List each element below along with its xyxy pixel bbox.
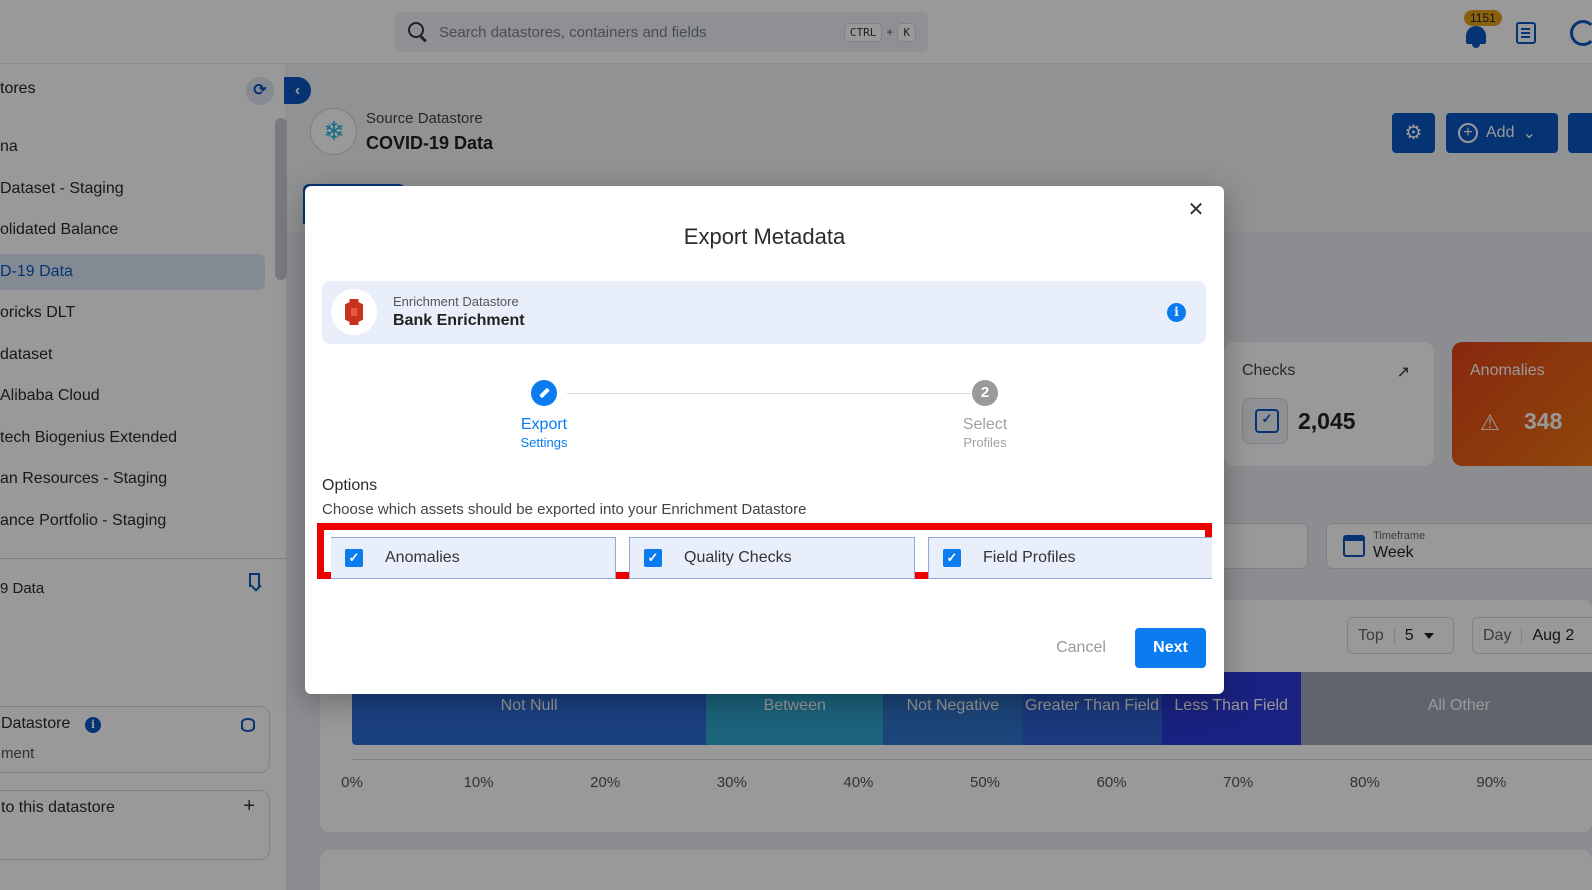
options-title: Options bbox=[322, 477, 378, 494]
step-2-title: Select bbox=[962, 416, 1008, 433]
option-label: Field Profiles bbox=[983, 549, 1076, 566]
options-highlight-box: ✓ Anomalies ✓ Quality Checks ✓ Field Pro… bbox=[317, 523, 1212, 579]
amazon-s3-icon bbox=[345, 299, 363, 325]
pencil-icon bbox=[539, 387, 550, 399]
option-field-profiles[interactable]: ✓ Field Profiles bbox=[928, 537, 1212, 579]
option-label: Quality Checks bbox=[684, 549, 792, 566]
enrichment-logo bbox=[331, 289, 377, 335]
option-anomalies[interactable]: ✓ Anomalies bbox=[331, 537, 616, 579]
close-icon[interactable]: ✕ bbox=[1186, 200, 1206, 220]
enrichment-name: Bank Enrichment bbox=[393, 312, 525, 329]
enrichment-label: Enrichment Datastore bbox=[393, 294, 519, 309]
dialog-title: Export Metadata bbox=[683, 224, 846, 249]
step-2-subtitle: Profiles bbox=[963, 435, 1007, 450]
enrichment-datastore-banner: Enrichment Datastore Bank Enrichment i bbox=[322, 281, 1206, 344]
checkbox-checked-icon[interactable]: ✓ bbox=[644, 549, 662, 567]
options-description: Choose which assets should be exported i… bbox=[322, 501, 807, 518]
option-label: Anomalies bbox=[385, 549, 460, 566]
step-2-indicator: 2 bbox=[972, 380, 998, 406]
step-1-indicator bbox=[531, 380, 557, 406]
stepper-connector bbox=[567, 393, 971, 394]
step-1-subtitle: Settings bbox=[520, 435, 568, 450]
checkbox-checked-icon[interactable]: ✓ bbox=[345, 549, 363, 567]
export-metadata-dialog: ✕ Export Metadata Enrichment Datastore B… bbox=[305, 186, 1224, 694]
checkbox-checked-icon[interactable]: ✓ bbox=[943, 549, 961, 567]
option-quality-checks[interactable]: ✓ Quality Checks bbox=[629, 537, 915, 579]
next-button[interactable]: Next bbox=[1135, 628, 1206, 668]
info-icon[interactable]: i bbox=[1167, 303, 1186, 322]
cancel-button[interactable]: Cancel bbox=[1045, 628, 1117, 668]
step-1-title: Export bbox=[520, 416, 568, 433]
